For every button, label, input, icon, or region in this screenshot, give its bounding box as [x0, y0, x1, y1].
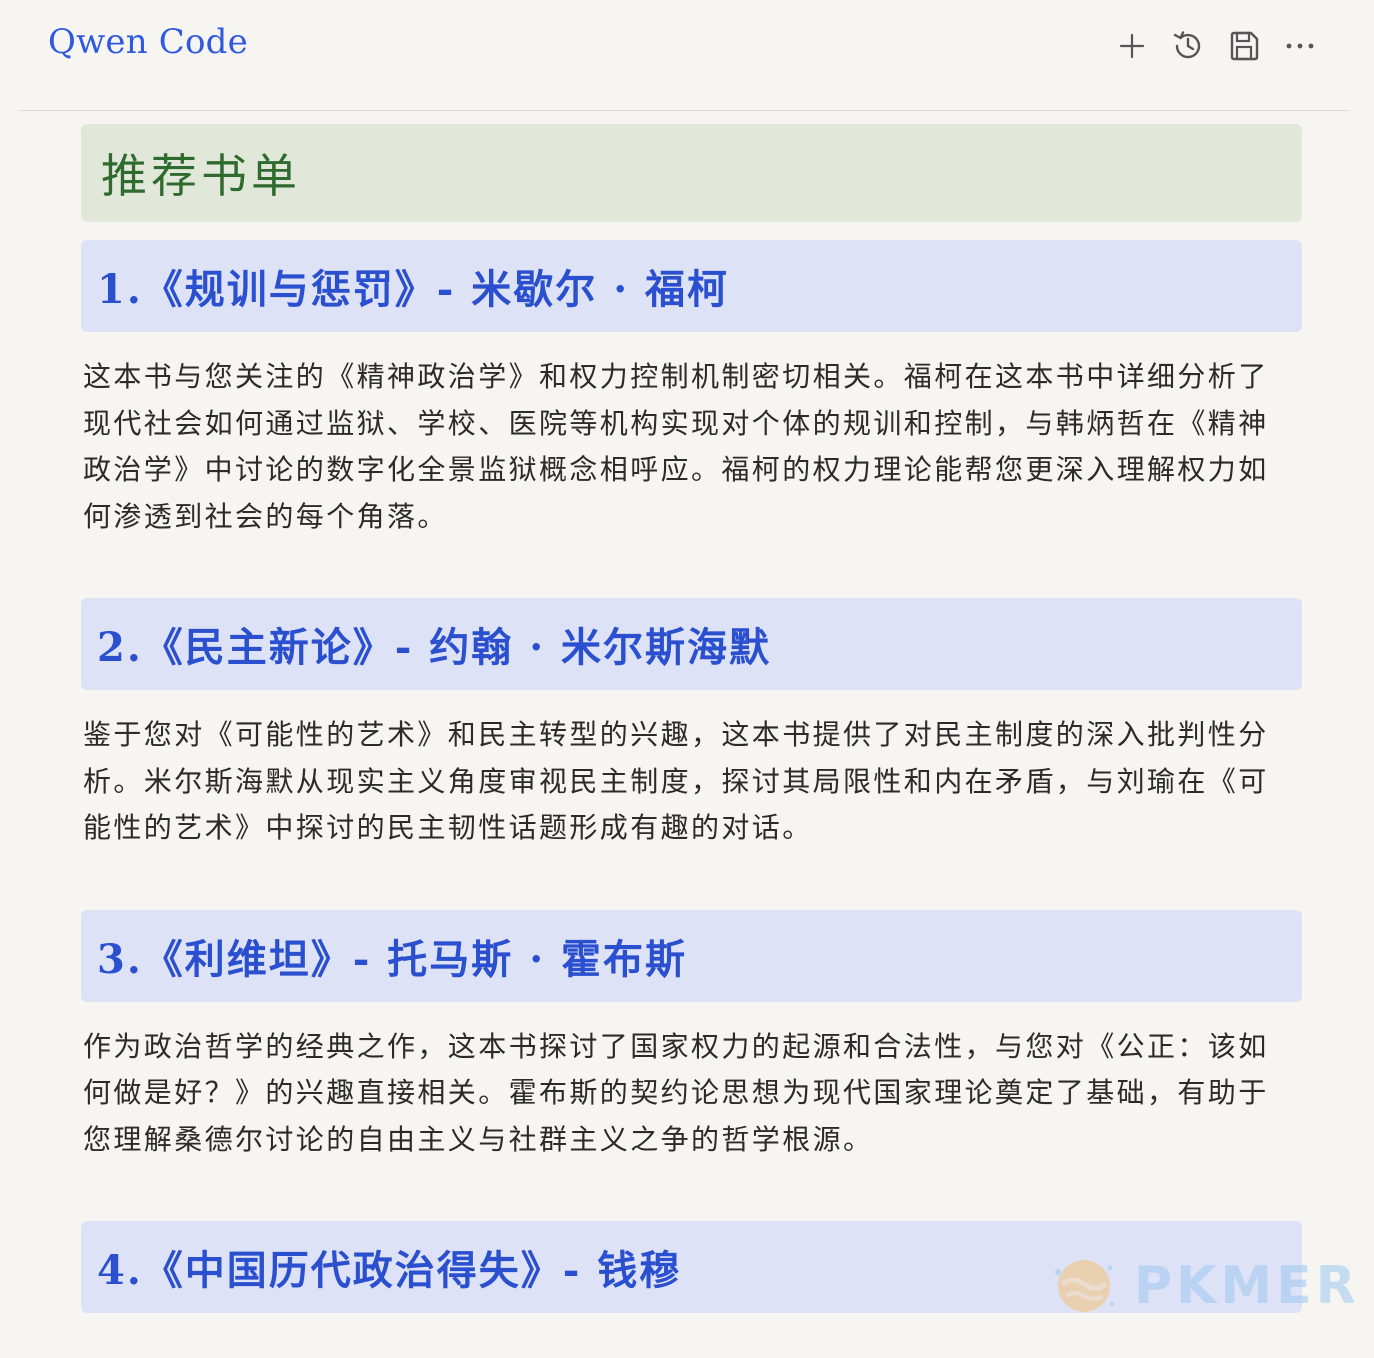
more-options-button[interactable]: [1282, 24, 1318, 68]
watermark: PKMER: [1048, 1250, 1360, 1322]
new-chat-button[interactable]: [1114, 24, 1150, 68]
book-item: 2.《民主新论》- 约翰 · 米尔斯海默 鉴于您对《可能性的艺术》和民主转型的兴…: [81, 598, 1302, 852]
top-bar: Qwen Code: [18, 0, 1350, 111]
book-heading: 1.《规训与惩罚》- 米歇尔 · 福柯: [81, 240, 1302, 332]
history-icon: [1173, 31, 1201, 59]
book-description: 鉴于您对《可能性的艺术》和民主转型的兴趣，这本书提供了对民主制度的深入批判性分析…: [83, 718, 1269, 844]
book-title: 4.《中国历代政治得失》- 钱穆: [97, 1247, 682, 1294]
section-title: 推荐书单: [101, 149, 301, 203]
book-item: 1.《规训与惩罚》- 米歇尔 · 福柯 这本书与您关注的《精神政治学》和权力控制…: [81, 240, 1302, 540]
book-heading: 3.《利维坦》- 托马斯 · 霍布斯: [81, 909, 1302, 1002]
more-icon: [1286, 43, 1314, 49]
chat-content: 推荐书单 1.《规训与惩罚》- 米歇尔 · 福柯 这本书与您关注的《精神政治学》…: [81, 124, 1302, 1313]
book-title: 3.《利维坦》- 托马斯 · 霍布斯: [97, 935, 688, 983]
section-heading: 推荐书单: [81, 124, 1302, 222]
pkmer-logo-icon: [1055, 1260, 1114, 1312]
book-title: 2.《民主新论》- 约翰 · 米尔斯海默: [97, 624, 772, 671]
book-heading: 2.《民主新论》- 约翰 · 米尔斯海默: [81, 598, 1302, 690]
book-description: 作为政治哲学的经典之作，这本书探讨了国家权力的起源和合法性，与您对《公正：该如何…: [83, 1029, 1269, 1156]
toolbar: [1114, 24, 1318, 68]
history-button[interactable]: [1170, 24, 1206, 68]
plus-icon: [1119, 33, 1145, 59]
book-description: 这本书与您关注的《精神政治学》和权力控制机制密切相关。福柯在这本书中详细分析了现…: [83, 360, 1269, 533]
book-title: 1.《规训与惩罚》- 米歇尔 · 福柯: [97, 266, 730, 313]
save-icon: [1230, 31, 1259, 61]
book-item: 3.《利维坦》- 托马斯 · 霍布斯 作为政治哲学的经典之作，这本书探讨了国家权…: [81, 909, 1302, 1164]
app-title: Qwen Code: [48, 22, 248, 62]
watermark-text: PKMER: [1134, 1256, 1360, 1316]
save-button[interactable]: [1226, 24, 1262, 68]
